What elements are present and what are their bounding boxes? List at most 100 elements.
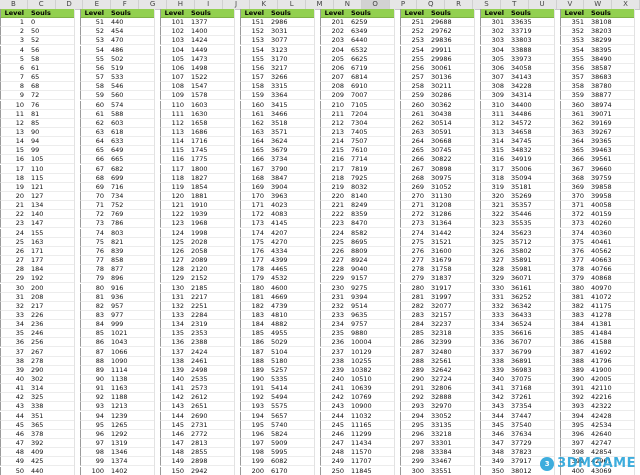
level-cell[interactable]: 311 bbox=[480, 109, 508, 119]
souls-cell[interactable]: 35535 bbox=[508, 219, 554, 229]
level-cell[interactable]: 1 bbox=[0, 18, 28, 28]
souls-cell[interactable]: 682 bbox=[108, 165, 154, 174]
souls-cell[interactable]: 34572 bbox=[508, 119, 554, 128]
souls-cell[interactable]: 127 bbox=[28, 192, 74, 201]
level-cell[interactable]: 297 bbox=[400, 439, 428, 449]
souls-cell[interactable]: 1377 bbox=[188, 18, 234, 28]
level-cell[interactable]: 179 bbox=[240, 274, 268, 284]
souls-cell[interactable]: 226 bbox=[28, 311, 74, 320]
level-cell[interactable]: 322 bbox=[480, 210, 508, 220]
level-cell[interactable]: 246 bbox=[320, 429, 348, 439]
level-cell[interactable]: 175 bbox=[240, 237, 268, 247]
level-cell[interactable]: 330 bbox=[480, 283, 508, 293]
level-cell[interactable]: 184 bbox=[240, 320, 268, 330]
souls-cell[interactable]: 1686 bbox=[188, 128, 234, 137]
souls-cell[interactable]: 6349 bbox=[348, 27, 394, 37]
souls-cell[interactable]: 5575 bbox=[268, 402, 314, 412]
souls-cell[interactable]: 177 bbox=[28, 256, 74, 266]
souls-cell[interactable]: 31364 bbox=[428, 219, 474, 229]
souls-cell[interactable]: 4399 bbox=[268, 256, 314, 266]
level-cell[interactable]: 279 bbox=[400, 274, 428, 284]
souls-cell[interactable]: 4882 bbox=[268, 320, 314, 330]
level-cell[interactable]: 209 bbox=[320, 91, 348, 101]
souls-cell[interactable]: 33551 bbox=[428, 467, 474, 475]
souls-cell[interactable]: 4023 bbox=[268, 201, 314, 211]
souls-cell[interactable]: 3123 bbox=[268, 46, 314, 55]
souls-cell[interactable]: 31286 bbox=[428, 210, 474, 220]
level-cell[interactable]: 241 bbox=[320, 384, 348, 394]
level-cell[interactable]: 375 bbox=[560, 237, 588, 247]
level-cell[interactable]: 282 bbox=[400, 301, 428, 311]
level-cell[interactable]: 278 bbox=[400, 265, 428, 275]
souls-cell[interactable]: 58 bbox=[28, 55, 74, 64]
level-cell[interactable]: 198 bbox=[240, 448, 268, 458]
souls-cell[interactable]: 3518 bbox=[268, 119, 314, 128]
souls-cell[interactable]: 85 bbox=[28, 119, 74, 128]
level-cell[interactable]: 277 bbox=[400, 256, 428, 266]
souls-cell[interactable]: 40663 bbox=[588, 256, 634, 266]
souls-cell[interactable]: 10004 bbox=[348, 338, 394, 348]
souls-cell[interactable]: 2731 bbox=[188, 421, 234, 430]
souls-cell[interactable]: 278 bbox=[28, 357, 74, 366]
souls-cell[interactable]: 35446 bbox=[508, 210, 554, 220]
level-cell[interactable]: 10 bbox=[0, 100, 28, 110]
level-cell[interactable]: 18 bbox=[0, 173, 28, 183]
level-cell[interactable]: 201 bbox=[320, 18, 348, 28]
level-cell[interactable]: 67 bbox=[80, 164, 108, 174]
souls-cell[interactable]: 3734 bbox=[268, 155, 314, 165]
souls-cell[interactable]: 184 bbox=[28, 265, 74, 275]
level-cell[interactable]: 114 bbox=[160, 137, 188, 147]
souls-cell[interactable]: 1522 bbox=[188, 73, 234, 83]
level-cell[interactable]: 288 bbox=[400, 356, 428, 366]
souls-cell[interactable]: 1114 bbox=[108, 366, 154, 375]
level-cell[interactable]: 94 bbox=[80, 411, 108, 421]
level-cell[interactable]: 262 bbox=[400, 118, 428, 128]
souls-cell[interactable]: 734 bbox=[108, 192, 154, 201]
level-cell[interactable]: 24 bbox=[0, 228, 28, 238]
souls-cell[interactable]: 32806 bbox=[428, 384, 474, 394]
souls-cell[interactable]: 56 bbox=[28, 46, 74, 55]
souls-cell[interactable]: 41175 bbox=[588, 302, 634, 311]
souls-cell[interactable]: 35891 bbox=[508, 256, 554, 266]
souls-cell[interactable]: 2388 bbox=[188, 338, 234, 348]
level-cell[interactable]: 90 bbox=[80, 375, 108, 384]
level-cell[interactable]: 384 bbox=[560, 320, 588, 330]
level-cell[interactable]: 56 bbox=[80, 63, 108, 73]
level-cell[interactable]: 393 bbox=[560, 402, 588, 412]
level-cell[interactable]: 269 bbox=[400, 182, 428, 192]
souls-cell[interactable]: 5909 bbox=[268, 439, 314, 449]
column-header-l[interactable]: L bbox=[278, 0, 307, 9]
souls-cell[interactable]: 3679 bbox=[268, 146, 314, 156]
level-cell[interactable]: 172 bbox=[240, 210, 268, 220]
souls-cell[interactable]: 6532 bbox=[348, 46, 394, 55]
souls-cell[interactable]: 37729 bbox=[508, 439, 554, 449]
souls-cell[interactable]: 5740 bbox=[268, 421, 314, 430]
souls-cell[interactable]: 30362 bbox=[428, 101, 474, 110]
level-cell[interactable]: 121 bbox=[160, 201, 188, 211]
level-cell[interactable]: 91 bbox=[80, 384, 108, 394]
souls-cell[interactable]: 155 bbox=[28, 229, 74, 238]
souls-cell[interactable]: 302 bbox=[28, 375, 74, 384]
level-cell[interactable]: 16 bbox=[0, 155, 28, 165]
level-cell[interactable]: 344 bbox=[480, 411, 508, 421]
level-cell[interactable]: 17 bbox=[0, 164, 28, 174]
souls-cell[interactable]: 1021 bbox=[108, 329, 154, 339]
level-cell[interactable]: 62 bbox=[80, 118, 108, 128]
level-cell[interactable]: 325 bbox=[480, 237, 508, 247]
souls-cell[interactable]: 35181 bbox=[508, 183, 554, 192]
souls-cell[interactable]: 34228 bbox=[508, 82, 554, 92]
souls-cell[interactable]: 365 bbox=[28, 421, 74, 430]
souls-cell[interactable]: 3790 bbox=[268, 165, 314, 174]
souls-cell[interactable]: 633 bbox=[108, 137, 154, 147]
souls-cell[interactable]: 10129 bbox=[348, 348, 394, 357]
souls-cell[interactable]: 40766 bbox=[588, 265, 634, 275]
souls-cell[interactable]: 32399 bbox=[428, 338, 474, 348]
souls-cell[interactable]: 36433 bbox=[508, 311, 554, 320]
souls-cell[interactable]: 35357 bbox=[508, 201, 554, 211]
souls-cell[interactable]: 3217 bbox=[268, 64, 314, 73]
level-cell[interactable]: 230 bbox=[320, 283, 348, 293]
level-cell[interactable]: 397 bbox=[560, 439, 588, 449]
souls-cell[interactable]: 6170 bbox=[268, 467, 314, 475]
souls-cell[interactable]: 665 bbox=[108, 155, 154, 165]
souls-cell[interactable]: 440 bbox=[28, 467, 74, 475]
